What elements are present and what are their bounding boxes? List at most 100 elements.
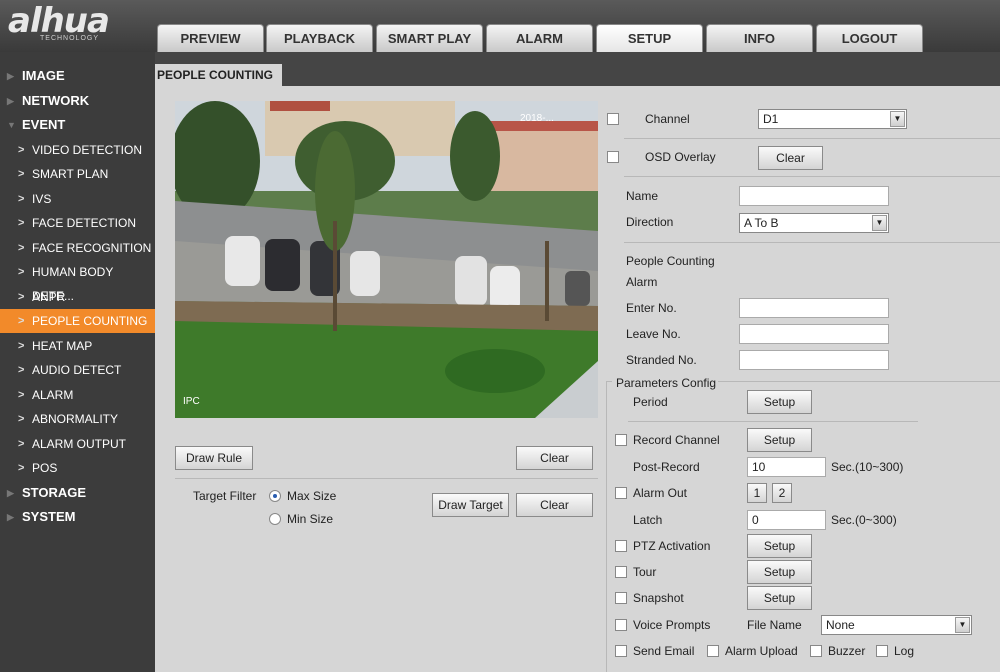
max-size-radio[interactable] xyxy=(269,490,281,502)
min-size-radio[interactable] xyxy=(269,513,281,525)
clear-target-button[interactable]: Clear xyxy=(516,493,593,517)
sidebar-item-face-detection[interactable]: > FACE DETECTION xyxy=(0,211,155,235)
tab-setup[interactable]: SETUP xyxy=(596,24,703,52)
ptz-activation-checkbox[interactable] xyxy=(615,540,627,552)
parameters-config-title: Parameters Config xyxy=(616,376,717,390)
voice-prompts-label: Voice Prompts xyxy=(633,618,711,632)
alarm-upload-label: Alarm Upload xyxy=(725,644,798,658)
sidebar-item-human-body-dete[interactable]: > HUMAN BODY DETE... xyxy=(0,260,155,303)
page-title: PEOPLE COUNTING xyxy=(155,64,282,86)
triangle-right-icon: ▶ xyxy=(7,71,14,81)
chevron-right-icon: > xyxy=(18,192,25,205)
latch-input[interactable]: 0 xyxy=(747,510,826,530)
tab-logout[interactable]: LOGOUT xyxy=(816,24,923,52)
video-osd-label: IPC xyxy=(183,396,200,407)
sidebar-item-label: IVS xyxy=(32,191,52,206)
video-preview[interactable]: IPC 2018-... xyxy=(175,101,598,418)
tour-checkbox[interactable] xyxy=(615,566,627,578)
draw-rule-button[interactable]: Draw Rule xyxy=(175,446,253,470)
tab-preview[interactable]: PREVIEW xyxy=(157,24,264,52)
chevron-right-icon: > xyxy=(18,437,25,450)
divider xyxy=(624,176,1000,177)
buzzer-checkbox[interactable] xyxy=(810,645,822,657)
stranded-no-label: Stranded No. xyxy=(626,353,697,367)
brand-logo: alhua xyxy=(8,1,110,41)
direction-label: Direction xyxy=(626,215,674,229)
leave-no-input[interactable] xyxy=(739,324,889,344)
channel-checkbox[interactable] xyxy=(607,113,619,125)
sidebar-item-label: SYSTEM xyxy=(22,509,76,524)
record-channel-setup-button[interactable]: Setup xyxy=(747,428,812,452)
chevron-right-icon: > xyxy=(18,339,25,352)
sidebar-item-label: HEAT MAP xyxy=(32,338,93,353)
tour-setup-button[interactable]: Setup xyxy=(747,560,812,584)
sidebar-item-storage[interactable]: ▶ STORAGE xyxy=(0,481,155,505)
sidebar-item-people-counting[interactable]: > PEOPLE COUNTING xyxy=(0,309,155,333)
osd-overlay-checkbox[interactable] xyxy=(607,151,619,163)
divider xyxy=(624,138,1000,139)
osd-overlay-label: OSD Overlay xyxy=(645,150,716,164)
enter-no-label: Enter No. xyxy=(626,301,677,315)
sidebar-item-pos[interactable]: > POS xyxy=(0,456,155,480)
channel-select[interactable]: D1 ▼ xyxy=(758,109,907,129)
sidebar-item-audio-detect[interactable]: > AUDIO DETECT xyxy=(0,358,155,382)
clear-rule-button[interactable]: Clear xyxy=(516,446,593,470)
log-checkbox[interactable] xyxy=(876,645,888,657)
sidebar-item-alarm-output[interactable]: > ALARM OUTPUT xyxy=(0,432,155,456)
name-label: Name xyxy=(626,189,659,203)
name-input[interactable] xyxy=(739,186,889,206)
alarm-upload-checkbox[interactable] xyxy=(707,645,719,657)
chevron-down-icon: ▼ xyxy=(890,111,905,127)
post-record-label: Post-Record xyxy=(633,460,700,474)
sidebar-item-video-detection[interactable]: > VIDEO DETECTION xyxy=(0,138,155,162)
tab-info[interactable]: INFO xyxy=(706,24,813,52)
snapshot-checkbox[interactable] xyxy=(615,592,627,604)
record-channel-checkbox[interactable] xyxy=(615,434,627,446)
snapshot-label: Snapshot xyxy=(633,591,684,605)
sidebar-item-ivs[interactable]: > IVS xyxy=(0,187,155,211)
latch-label: Latch xyxy=(633,513,663,527)
sidebar-item-label: EVENT xyxy=(22,117,66,132)
sidebar-item-network[interactable]: ▶ NETWORK xyxy=(0,89,155,113)
sidebar-item-anpr[interactable]: > ANPR xyxy=(0,285,155,309)
direction-select[interactable]: A To B ▼ xyxy=(739,213,889,233)
sidebar-item-heat-map[interactable]: > HEAT MAP xyxy=(0,334,155,358)
alarm-out-checkbox[interactable] xyxy=(615,487,627,499)
chevron-right-icon: > xyxy=(18,388,25,401)
tab-smart-play[interactable]: SMART PLAY xyxy=(376,24,483,52)
enter-no-input[interactable] xyxy=(739,298,889,318)
tab-playback[interactable]: PLAYBACK xyxy=(266,24,373,52)
stranded-no-input[interactable] xyxy=(739,350,889,370)
sidebar-item-label: SMART PLAN xyxy=(32,167,109,181)
sidebar-item-system[interactable]: ▶ SYSTEM xyxy=(0,505,155,529)
file-name-label: File Name xyxy=(747,618,802,632)
file-name-select[interactable]: None ▼ xyxy=(821,615,972,635)
alarm-out-1-button[interactable]: 1 xyxy=(747,483,767,503)
people-counting-label: People Counting xyxy=(626,254,715,268)
send-email-checkbox[interactable] xyxy=(615,645,627,657)
sidebar-item-alarm[interactable]: > ALARM xyxy=(0,383,155,407)
post-record-input[interactable]: 10 xyxy=(747,457,826,477)
min-size-label: Min Size xyxy=(287,512,334,526)
alarm-label: Alarm xyxy=(626,275,658,289)
sidebar-item-label: FACE DETECTION xyxy=(32,216,137,230)
osd-clear-button[interactable]: Clear xyxy=(758,146,823,170)
channel-value: D1 xyxy=(763,112,779,126)
alarm-out-2-button[interactable]: 2 xyxy=(772,483,792,503)
period-setup-button[interactable]: Setup xyxy=(747,390,812,414)
sidebar-item-label: ALARM xyxy=(32,387,74,402)
divider xyxy=(624,242,1000,243)
sidebar-item-abnormality[interactable]: > ABNORMALITY xyxy=(0,407,155,431)
sidebar-item-label: NETWORK xyxy=(22,92,90,108)
sidebar-item-label: ANPR xyxy=(32,289,66,304)
snapshot-setup-button[interactable]: Setup xyxy=(747,586,812,610)
sidebar-item-image[interactable]: ▶ IMAGE xyxy=(0,64,155,88)
sidebar-item-face-recognition[interactable]: > FACE RECOGNITION xyxy=(0,236,155,260)
ptz-setup-button[interactable]: Setup xyxy=(747,534,812,558)
tab-alarm[interactable]: ALARM xyxy=(486,24,593,52)
draw-target-button[interactable]: Draw Target xyxy=(432,493,509,517)
sidebar-item-event[interactable]: ▼ EVENT xyxy=(0,113,155,137)
latch-unit: Sec.(0~300) xyxy=(831,513,897,527)
voice-prompts-checkbox[interactable] xyxy=(615,619,627,631)
sidebar-item-smart-plan[interactable]: > SMART PLAN xyxy=(0,162,155,186)
